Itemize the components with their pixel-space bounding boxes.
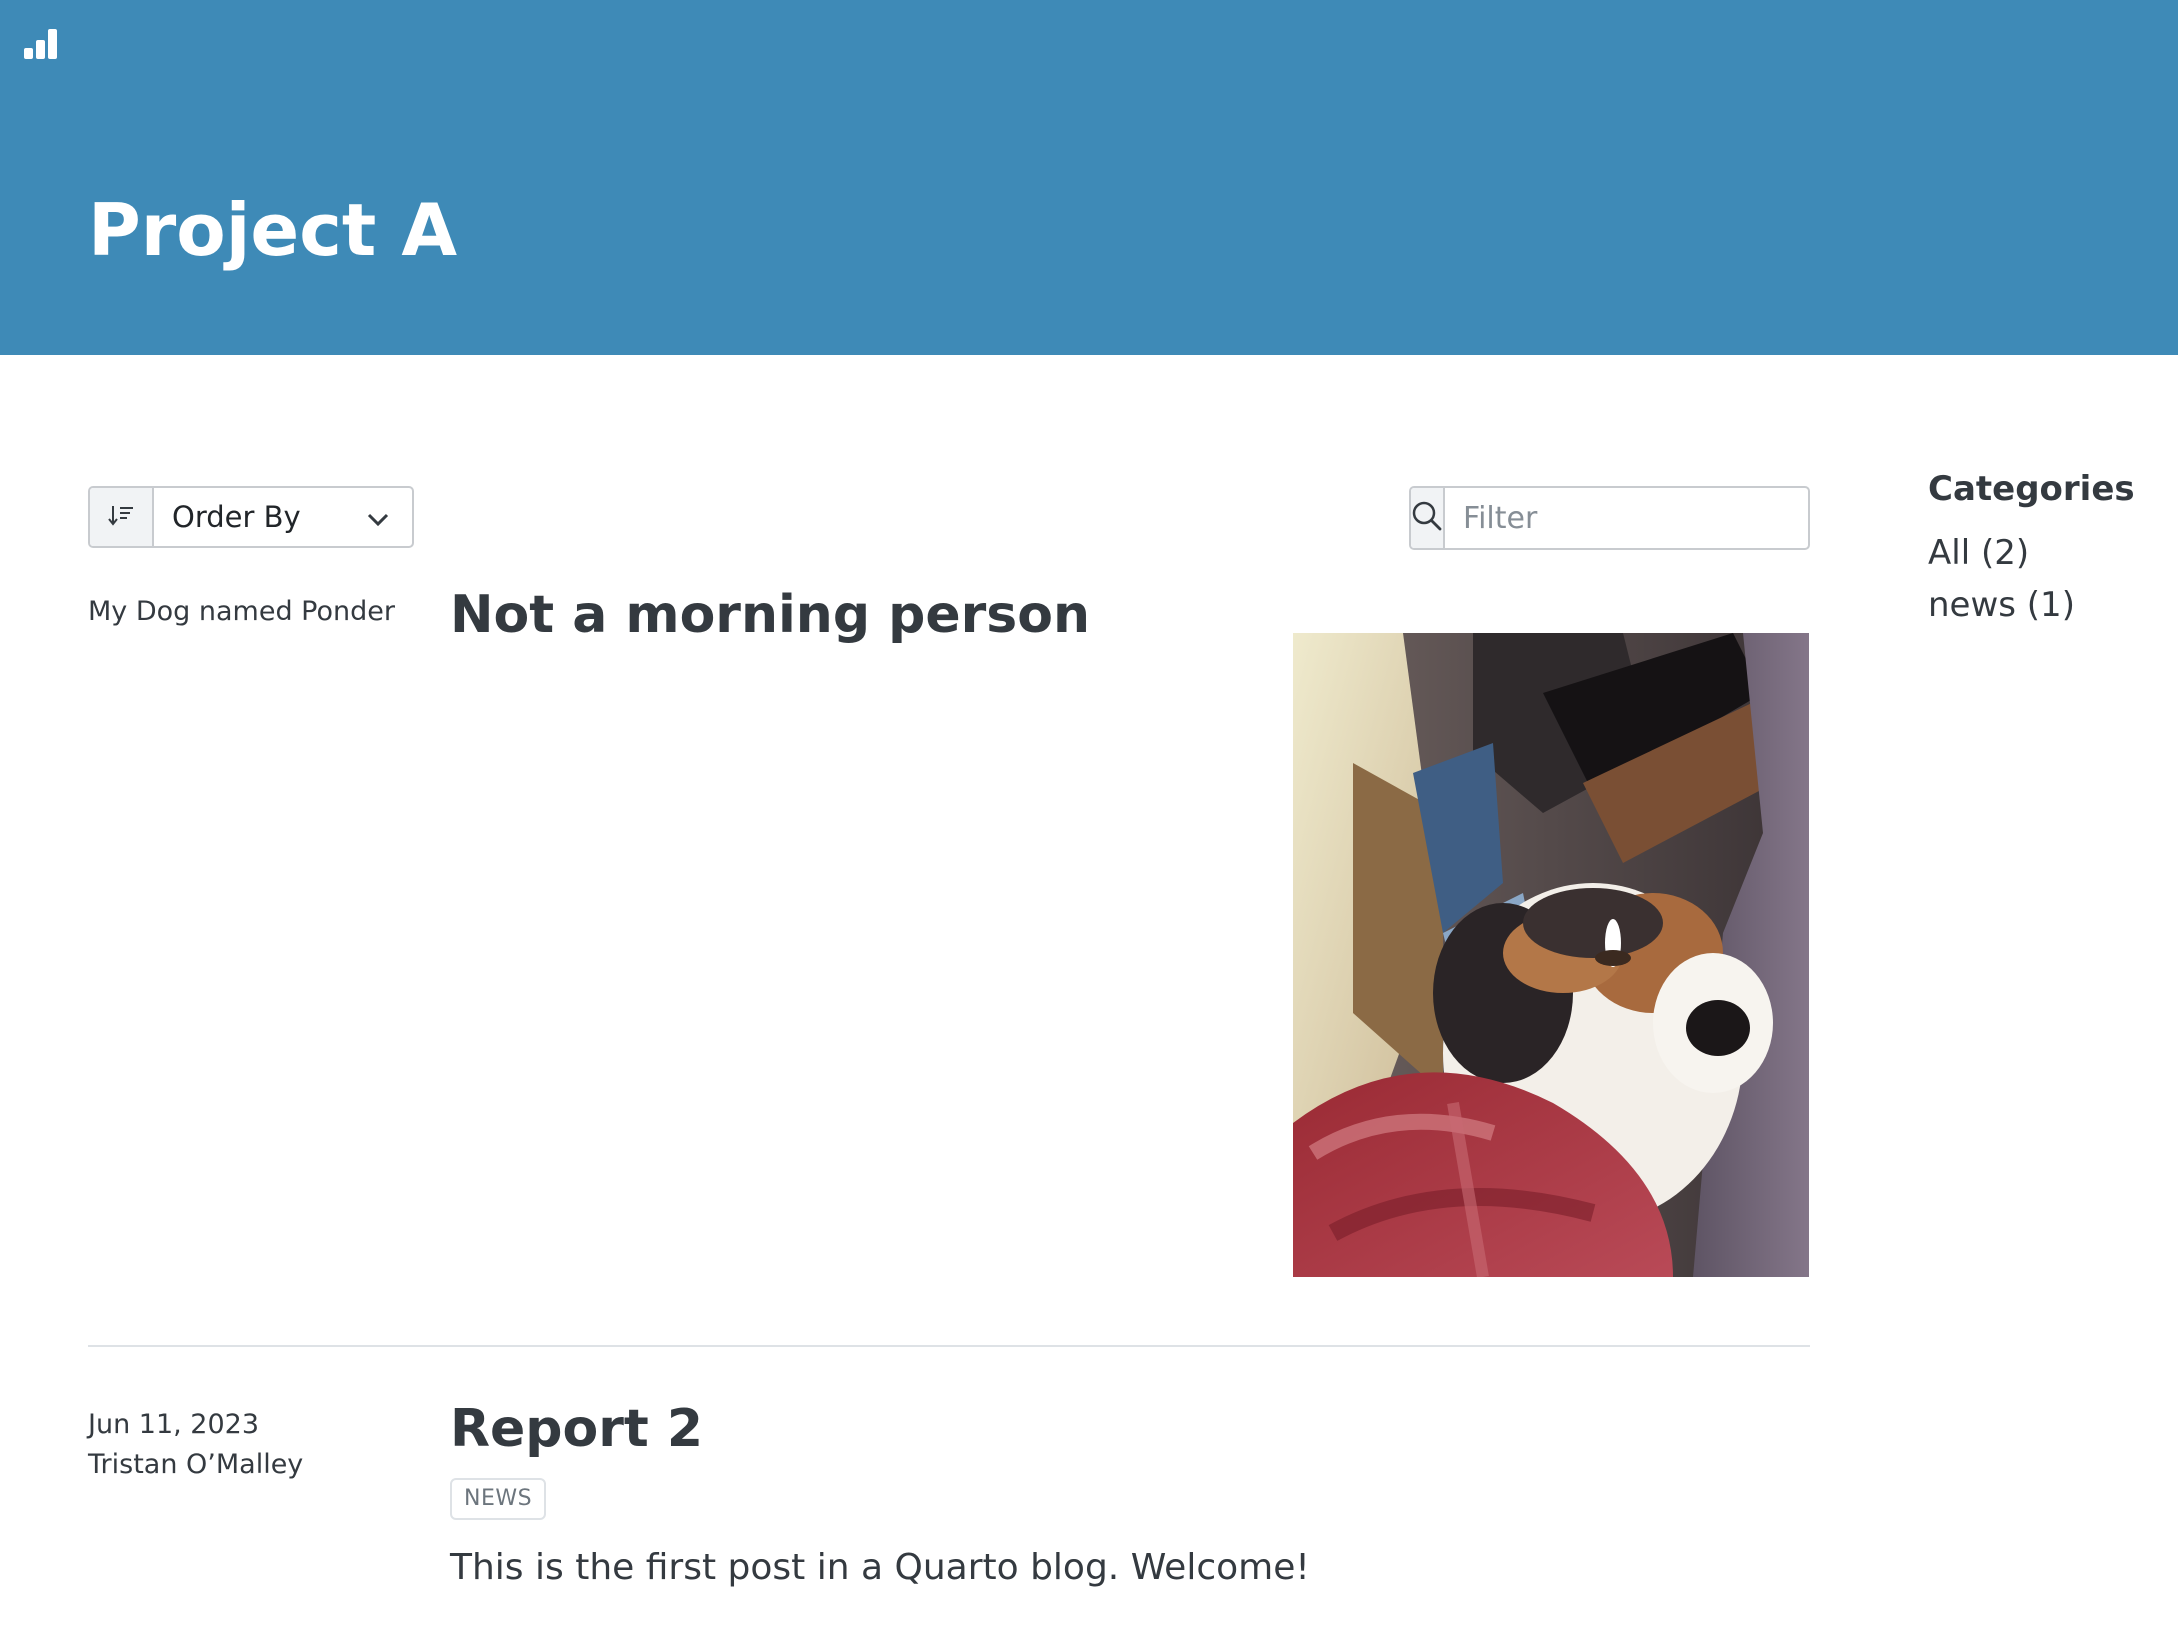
post-title[interactable]: Report 2 <box>450 1397 703 1461</box>
post-thumbnail[interactable] <box>1293 633 1809 1277</box>
sort-direction-button[interactable] <box>90 488 154 546</box>
order-by-control[interactable]: Order By <box>88 486 414 548</box>
category-badge[interactable]: NEWS <box>450 1478 547 1520</box>
filter-control <box>1409 486 1810 550</box>
post-date: Jun 11, 2023 <box>88 1409 260 1440</box>
category-news[interactable]: news (1) <box>1928 579 2135 631</box>
post-image-alt-text: My Dog named Ponder <box>88 596 395 627</box>
post-author: Tristan O’Malley <box>88 1449 304 1480</box>
search-button[interactable] <box>1411 488 1445 548</box>
header-banner: Project A <box>0 0 2178 355</box>
order-by-label: Order By <box>172 500 301 534</box>
post-meta: Jun 11, 2023 Tristan O’Malley <box>88 1405 303 1485</box>
chevron-down-icon <box>366 500 390 534</box>
bar-chart-icon[interactable] <box>22 26 58 62</box>
search-icon <box>1411 500 1443 536</box>
page-title: Project A <box>88 188 458 272</box>
category-all[interactable]: All (2) <box>1928 527 2135 579</box>
filter-input[interactable] <box>1445 488 1808 548</box>
categories-heading: Categories <box>1928 469 2135 509</box>
categories-sidebar: Categories All (2) news (1) <box>1928 465 2135 631</box>
post-title[interactable]: Not a morning person <box>450 583 1090 647</box>
post-divider <box>88 1345 1810 1347</box>
post-meta: My Dog named Ponder <box>88 592 395 632</box>
sort-down-icon <box>108 504 134 530</box>
order-by-select[interactable]: Order By <box>154 488 412 546</box>
post-description: This is the first post in a Quarto blog.… <box>450 1547 1310 1588</box>
